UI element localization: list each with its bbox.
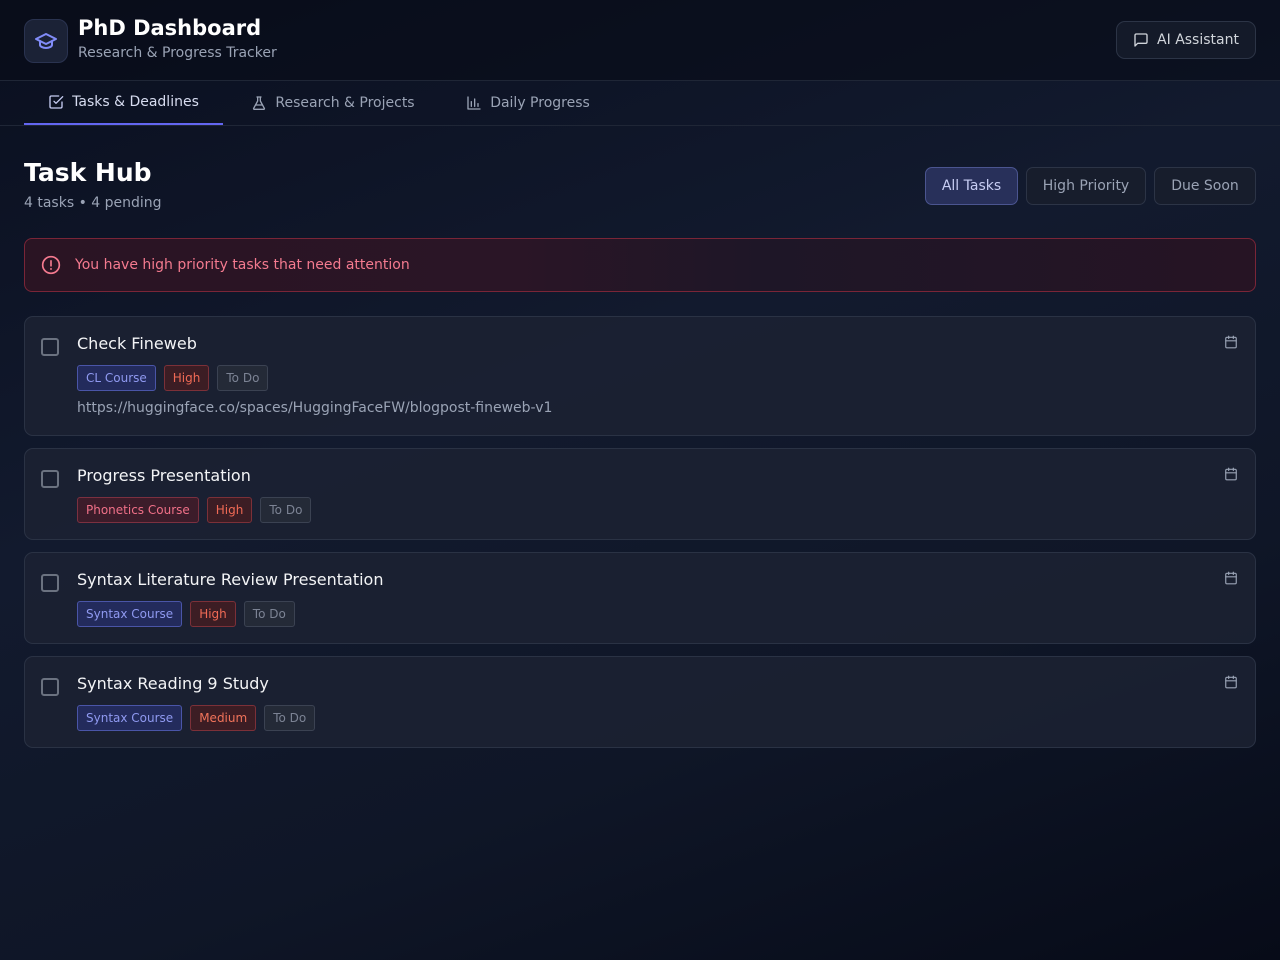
checkbox-icon (49, 95, 64, 109)
tab-tasks-deadlines[interactable]: Tasks & Deadlines (24, 81, 223, 125)
tab-label: Daily Progress (490, 95, 590, 111)
task-card: Check Fineweb CL Course High To Do https… (24, 316, 1256, 436)
task-calendar-button[interactable] (1224, 674, 1238, 693)
flask-icon (253, 96, 266, 110)
priority-badge: High (163, 365, 210, 391)
status-badge: To Do (217, 365, 269, 391)
task-title: Check Fineweb (77, 334, 197, 353)
course-badge: Phonetics Course (77, 497, 199, 523)
task-calendar-button[interactable] (1224, 466, 1238, 485)
alert-circle-icon (41, 255, 61, 275)
task-title: Syntax Reading 9 Study (77, 674, 269, 693)
filter-all-tasks-button[interactable]: All Tasks (925, 167, 1018, 205)
ai-assistant-button[interactable]: AI Assistant (1116, 21, 1256, 59)
filter-high-priority-button[interactable]: High Priority (1026, 167, 1146, 205)
alert-text: You have high priority tasks that need a… (75, 257, 410, 273)
task-tags: CL Course High To Do (77, 365, 269, 391)
bar-chart-icon (467, 96, 481, 110)
priority-badge: High (190, 601, 236, 627)
task-checkbox[interactable] (41, 574, 59, 592)
course-badge: CL Course (77, 365, 156, 391)
tab-bar: Tasks & Deadlines Research & Projects Da… (0, 81, 1280, 126)
message-square-icon (1134, 33, 1148, 47)
task-title: Progress Presentation (77, 466, 251, 485)
filter-due-soon-button[interactable]: Due Soon (1154, 167, 1256, 205)
tab-label: Research & Projects (275, 95, 415, 111)
app-title: PhD Dashboard (78, 16, 262, 40)
tab-daily-progress[interactable]: Daily Progress (466, 81, 590, 125)
task-tags: Syntax Course High To Do (77, 601, 295, 627)
task-calendar-button[interactable] (1224, 334, 1238, 353)
status-badge: To Do (243, 601, 295, 627)
course-badge: Syntax Course (77, 705, 183, 731)
priority-alert: You have high priority tasks that need a… (24, 238, 1256, 292)
task-checkbox[interactable] (41, 678, 59, 696)
calendar-icon (1225, 571, 1237, 585)
task-checkbox[interactable] (41, 338, 59, 356)
graduation-cap-icon (35, 33, 57, 49)
task-card: Syntax Reading 9 Study Syntax Course Med… (24, 656, 1256, 748)
status-badge: To Do (260, 497, 312, 523)
tab-label: Tasks & Deadlines (72, 94, 199, 110)
task-tags: Syntax Course Medium To Do (77, 705, 316, 731)
top-bar: PhD Dashboard Research & Progress Tracke… (0, 0, 1280, 81)
task-link[interactable]: https://huggingface.co/spaces/HuggingFac… (77, 400, 552, 416)
calendar-icon (1225, 335, 1237, 349)
task-summary: 4 tasks • 4 pending (24, 195, 162, 211)
course-badge: Syntax Course (77, 601, 183, 627)
task-title: Syntax Literature Review Presentation (77, 570, 384, 589)
calendar-icon (1225, 675, 1237, 689)
logo (24, 19, 68, 63)
app-subtitle: Research & Progress Tracker (78, 45, 277, 61)
priority-badge: Medium (190, 705, 257, 731)
page-title: Task Hub (24, 158, 152, 187)
task-calendar-button[interactable] (1224, 570, 1238, 589)
status-badge: To Do (264, 705, 316, 731)
ai-assistant-label: AI Assistant (1157, 32, 1239, 48)
task-card: Progress Presentation Phonetics Course H… (24, 448, 1256, 540)
task-tags: Phonetics Course High To Do (77, 497, 312, 523)
tab-research-projects[interactable]: Research & Projects (251, 81, 415, 125)
task-card: Syntax Literature Review Presentation Sy… (24, 552, 1256, 644)
calendar-icon (1225, 467, 1237, 481)
task-checkbox[interactable] (41, 470, 59, 488)
priority-badge: High (206, 497, 253, 523)
